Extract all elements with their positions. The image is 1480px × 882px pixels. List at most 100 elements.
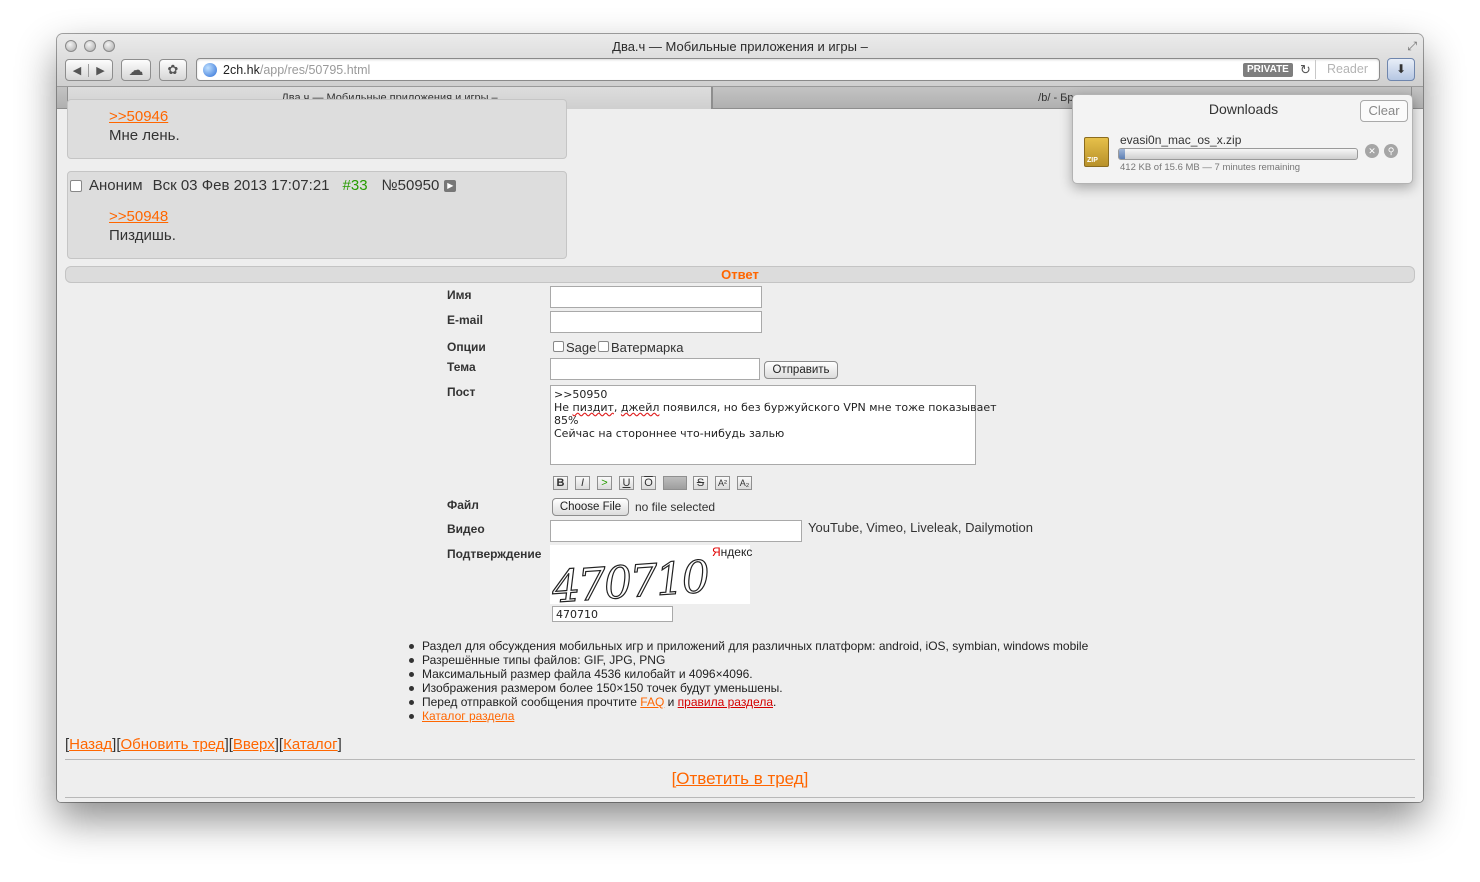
rule-item: Каталог раздела	[409, 709, 1088, 723]
page-content: >>50946 Мне лень. Аноним Вск 03 Фев 2013…	[57, 99, 1423, 802]
submit-button[interactable]: Отправить	[764, 361, 838, 379]
download-progress-fill	[1119, 149, 1126, 159]
forward-icon[interactable]: ▶	[89, 64, 112, 77]
sage-checkbox[interactable]	[553, 341, 564, 352]
download-file-name: evasi0n_mac_os_x.zip	[1120, 133, 1242, 147]
no-file-text: no file selected	[635, 500, 716, 514]
subject-input[interactable]	[550, 358, 760, 380]
email-label: E-mail	[447, 313, 484, 327]
download-progress-bar	[1118, 148, 1358, 160]
underline-button[interactable]: U	[619, 476, 634, 490]
post-text: Пиздишь.	[109, 227, 176, 244]
post-checkbox[interactable]	[70, 179, 82, 192]
reload-icon[interactable]: ↻	[1300, 62, 1311, 78]
captcha-image: 470710 Яндекс	[550, 545, 753, 614]
rule-text: Перед отправкой сообщения прочтите	[422, 695, 641, 709]
post-line-1: >>50950	[554, 388, 608, 401]
post-line-2-e: появился, но без буржуйского VPN мне тож…	[659, 401, 997, 414]
divider	[65, 759, 1415, 760]
back-forward-buttons: ◀ ▶	[65, 59, 113, 81]
icloud-tabs-button[interactable]: ☁	[121, 59, 151, 81]
captcha-input-value: 470710	[556, 608, 598, 621]
catalog-link[interactable]: Каталог раздела	[422, 709, 514, 723]
post-number[interactable]: #33	[343, 177, 368, 194]
video-input[interactable]	[550, 520, 802, 542]
post-50950: Аноним Вск 03 Фев 2013 17:07:21 #33 №509…	[67, 171, 567, 259]
rule-item: Изображения размером более 150×150 точек…	[409, 681, 1088, 695]
fullscreen-icon[interactable]: ⤢	[1407, 39, 1417, 54]
zip-file-icon: ZIP	[1084, 137, 1109, 167]
download-icon: ⬇	[1395, 62, 1407, 76]
rule-item: Разрешённые типы файлов: GIF, JPG, PNG	[409, 653, 1088, 667]
paw-icon: ✿	[167, 62, 179, 77]
name-input[interactable]	[550, 286, 762, 308]
yandex-logo-rest: ндекс	[720, 545, 753, 559]
post-author: Аноним	[89, 177, 143, 194]
overline-button[interactable]: O	[641, 476, 656, 490]
file-label: Файл	[447, 498, 479, 512]
board-rules-link[interactable]: правила раздела	[678, 695, 773, 709]
sage-label: Sage	[566, 340, 597, 355]
back-icon[interactable]: ◀	[66, 63, 89, 77]
options-label: Опции	[447, 340, 486, 354]
stop-download-icon[interactable]: ✕	[1365, 144, 1379, 158]
rule-text: и	[664, 695, 678, 709]
post-id[interactable]: №50950	[382, 177, 440, 194]
superscript-button[interactable]: A²	[715, 476, 730, 490]
captcha-input[interactable]: 470710	[552, 606, 673, 622]
play-icon[interactable]: ▶	[444, 179, 457, 192]
post-line-2: Не пиздит, джейл появился, но без буржуй…	[554, 401, 997, 414]
name-label: Имя	[447, 288, 472, 302]
url-host: 2ch.hk	[223, 63, 260, 77]
board-rules: Раздел для обсуждения мобильных игр и пр…	[409, 639, 1088, 723]
strike-button[interactable]: S	[693, 476, 708, 490]
url-text[interactable]: 2ch.hk/app/res/50795.html	[223, 63, 370, 77]
paw-extension-button[interactable]: ✿	[159, 59, 187, 81]
top-link[interactable]: Вверх	[233, 736, 275, 753]
reveal-in-finder-icon[interactable]: ⚲	[1384, 144, 1398, 158]
post-line-2-a: Не	[554, 401, 573, 414]
rule-text: .	[773, 695, 777, 709]
rule-item: Раздел для обсуждения мобильных игр и пр…	[409, 639, 1088, 653]
video-label: Видео	[447, 522, 485, 536]
reply-heading: Ответ	[65, 266, 1415, 283]
refresh-thread-link[interactable]: Обновить тред	[121, 736, 225, 753]
watermark-checkbox[interactable]	[598, 341, 609, 352]
watermark-label: Ватермарка	[611, 340, 684, 355]
choose-file-button[interactable]: Choose File	[552, 498, 629, 516]
address-bar[interactable]: 2ch.hk/app/res/50795.html PRIVATE ↻ Read…	[196, 58, 1380, 81]
spoiler-button[interactable]	[663, 476, 687, 490]
globe-icon	[203, 63, 217, 77]
post-line-2-d: джейл	[620, 401, 660, 414]
post-50946: >>50946 Мне лень.	[67, 99, 567, 159]
quote-button[interactable]: >	[597, 476, 612, 490]
italic-button[interactable]: I	[575, 476, 590, 490]
download-status: 412 KB of 15.6 MB — 7 minutes remaining	[1120, 162, 1301, 173]
email-input[interactable]	[550, 311, 762, 333]
captcha-digits: 470710	[550, 551, 710, 614]
bold-button[interactable]: B	[553, 476, 568, 490]
cloud-icon: ☁	[128, 62, 144, 79]
post-textarea[interactable]: >>50950 Не пиздит, джейл появился, но бе…	[550, 385, 997, 465]
captcha-label: Подтверждение	[447, 547, 542, 561]
url-path: /app/res/50795.html	[259, 63, 371, 77]
subscript-button[interactable]: A₂	[737, 476, 752, 490]
post-date: Вск 03 Фев 2013 17:07:21	[152, 177, 330, 194]
post-reply-link[interactable]: >>50946	[109, 108, 168, 125]
zip-badge: ZIP	[1087, 157, 1098, 164]
clear-downloads-button[interactable]: Clear	[1360, 100, 1408, 122]
post-line-2-b: пиздит	[572, 401, 614, 414]
catalog-nav-link[interactable]: Каталог	[283, 736, 338, 753]
faq-link[interactable]: FAQ	[640, 695, 664, 709]
thread-nav: [Назад][Обновить тред][Вверх][Каталог]	[65, 736, 342, 753]
back-link[interactable]: Назад	[69, 736, 112, 753]
post-header: Аноним Вск 03 Фев 2013 17:07:21 #33 №509…	[70, 177, 457, 194]
reader-button[interactable]: Reader	[1315, 60, 1379, 79]
video-hint: YouTube, Vimeo, Liveleak, Dailymotion	[808, 520, 1033, 535]
private-badge: PRIVATE	[1243, 63, 1293, 77]
rule-item: Максимальный размер файла 4536 килобайт …	[409, 667, 1088, 681]
reply-to-thread-link[interactable]: [Ответить в тред]	[57, 769, 1423, 789]
post-reply-link[interactable]: >>50948	[109, 208, 168, 225]
downloads-button[interactable]: ⬇	[1387, 58, 1415, 81]
rule-item: Перед отправкой сообщения прочтите FAQ и…	[409, 695, 1088, 709]
